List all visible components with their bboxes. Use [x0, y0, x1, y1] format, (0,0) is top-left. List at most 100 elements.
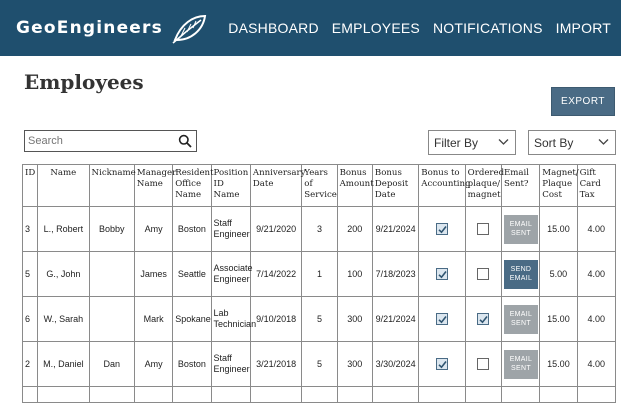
cell-nickname: Bobby: [88, 206, 135, 252]
empty-cell: [539, 386, 578, 403]
empty-cell: [336, 386, 373, 403]
col-header-position[interactable]: Position ID Name: [210, 164, 251, 207]
nav-dashboard[interactable]: DASHBOARD: [228, 20, 318, 36]
cell-plaque: [464, 251, 502, 297]
cell-anniversary: 3/21/2018: [249, 341, 303, 387]
cell-tax: 4.00: [576, 341, 617, 387]
cell-bonus: 100: [336, 251, 373, 297]
empty-cell: [576, 386, 617, 403]
col-header-accounting[interactable]: Bonus to Accounting: [418, 164, 471, 207]
logo-text: GeoEngineers: [16, 18, 163, 38]
search-icon[interactable]: [178, 134, 192, 148]
cell-cost: 15.00: [539, 206, 578, 252]
nav-notifications[interactable]: NOTIFICATIONS: [433, 20, 543, 36]
cell-plaque: [464, 341, 502, 387]
cell-anniversary: 7/14/2022: [249, 251, 303, 297]
col-header-tax[interactable]: Gift Card Tax: [576, 164, 617, 207]
cell-id: 6: [21, 296, 39, 342]
col-header-cost[interactable]: Magnet/ Plaque Cost: [539, 164, 579, 207]
top-nav-bar: GeoEngineers DASHBOARD EMPLOYEES NOTIFIC…: [0, 0, 621, 56]
cell-years: 5: [301, 341, 338, 387]
col-header-name[interactable]: Name: [37, 164, 90, 207]
table-row[interactable]: 2 M., Daniel Dan Amy Boston Staff Engineer 3/2…: [21, 341, 617, 387]
nav-employees[interactable]: EMPLOYEES: [332, 20, 420, 36]
filter-label: Filter By: [434, 135, 479, 150]
send-email-button[interactable]: SEND EMAIL: [503, 259, 538, 289]
col-header-deposit[interactable]: Bonus Deposit Date: [371, 164, 420, 207]
empty-cell: [133, 386, 174, 403]
email-sent-button[interactable]: EMAIL SENT: [503, 349, 538, 379]
email-sent-button[interactable]: EMAIL SENT: [503, 214, 538, 244]
cell-email: EMAIL SENT: [500, 206, 541, 252]
email-sent-button[interactable]: EMAIL SENT: [503, 304, 538, 334]
cell-nickname: Dan: [88, 341, 135, 387]
cell-cost: 5.00: [539, 251, 578, 297]
chevron-down-icon: [598, 139, 609, 145]
empty-cell: [172, 386, 212, 403]
empty-cell: [210, 386, 251, 403]
col-header-plaque[interactable]: Ordered plaque/ magnet: [464, 164, 504, 207]
cell-name: G., John: [37, 251, 90, 297]
search-input[interactable]: [25, 135, 175, 147]
sort-label: Sort By: [534, 135, 574, 150]
cell-tax: 4.00: [576, 251, 617, 297]
table-row[interactable]: 6 W., Sarah Mark Spokane Lab Technician 9/10/…: [21, 296, 617, 342]
sort-dropdown[interactable]: Sort By: [528, 130, 616, 155]
page-title: Employees: [24, 70, 144, 94]
cell-anniversary: 9/10/2018: [249, 296, 303, 342]
cell-id: 2: [21, 341, 39, 387]
col-header-years[interactable]: Years of Service: [301, 164, 338, 207]
cell-years: 5: [301, 296, 338, 342]
cell-anniversary: 9/21/2020: [249, 206, 303, 252]
table-row[interactable]: 3 L., Robert Bobby Amy Boston Staff Engineer 9…: [21, 206, 617, 252]
filter-dropdown[interactable]: Filter By: [428, 130, 516, 155]
employees-table: ID Name Nickname Manager Name Resident O…: [21, 164, 617, 403]
export-button[interactable]: EXPORT: [551, 87, 615, 116]
cell-email: EMAIL SENT: [500, 296, 541, 342]
col-header-email[interactable]: Email Sent?: [500, 164, 541, 207]
cell-position: Staff Engineer: [210, 341, 251, 387]
ordered-plaque-checkbox[interactable]: [477, 268, 490, 280]
cell-plaque: [464, 206, 502, 252]
cell-nickname: [88, 296, 135, 342]
cell-years: 1: [301, 251, 338, 297]
cell-id: 3: [21, 206, 39, 252]
col-header-anniversary[interactable]: Anniversary Date: [249, 164, 305, 207]
col-header-office[interactable]: Resident Office Name: [172, 164, 214, 207]
company-logo[interactable]: GeoEngineers: [16, 12, 209, 44]
bonus-to-accounting-checkbox[interactable]: [435, 223, 448, 235]
col-header-bonus[interactable]: Bonus Amount: [336, 164, 374, 207]
table-row[interactable]: 5 G., John James Seattle Associate Engineer 7…: [21, 251, 617, 297]
cell-tax: 4.00: [576, 206, 617, 252]
bonus-to-accounting-checkbox[interactable]: [435, 268, 448, 280]
cell-manager: Mark: [133, 296, 174, 342]
cell-deposit: 9/21/2024: [371, 206, 420, 252]
nav-import[interactable]: IMPORT: [556, 20, 611, 36]
empty-cell: [418, 386, 466, 403]
col-header-id[interactable]: ID: [21, 164, 39, 207]
cell-bonus: 300: [336, 296, 373, 342]
checkmark-icon: [438, 316, 447, 324]
cell-years: 3: [301, 206, 338, 252]
cell-accounting: [418, 341, 466, 387]
ordered-plaque-checkbox[interactable]: [477, 358, 490, 370]
bonus-to-accounting-checkbox[interactable]: [435, 313, 448, 325]
cell-plaque: [464, 296, 502, 342]
cell-bonus: 300: [336, 341, 373, 387]
col-header-nickname[interactable]: Nickname: [88, 164, 136, 207]
empty-cell: [37, 386, 90, 403]
cell-manager: Amy: [133, 206, 174, 252]
cell-bonus: 200: [336, 206, 373, 252]
empty-cell: [371, 386, 420, 403]
cell-deposit: 9/21/2024: [371, 296, 420, 342]
checkmark-icon: [438, 226, 447, 234]
leaf-logo-icon: [172, 14, 207, 44]
cell-office: Boston: [172, 341, 212, 387]
col-header-manager[interactable]: Manager Name: [133, 164, 176, 207]
ordered-plaque-checkbox[interactable]: [477, 223, 490, 235]
cell-id: 5: [21, 251, 39, 297]
cell-position: Lab Technician: [210, 296, 256, 342]
cell-nickname: [88, 251, 135, 297]
ordered-plaque-checkbox[interactable]: [477, 313, 490, 325]
bonus-to-accounting-checkbox[interactable]: [435, 358, 448, 370]
